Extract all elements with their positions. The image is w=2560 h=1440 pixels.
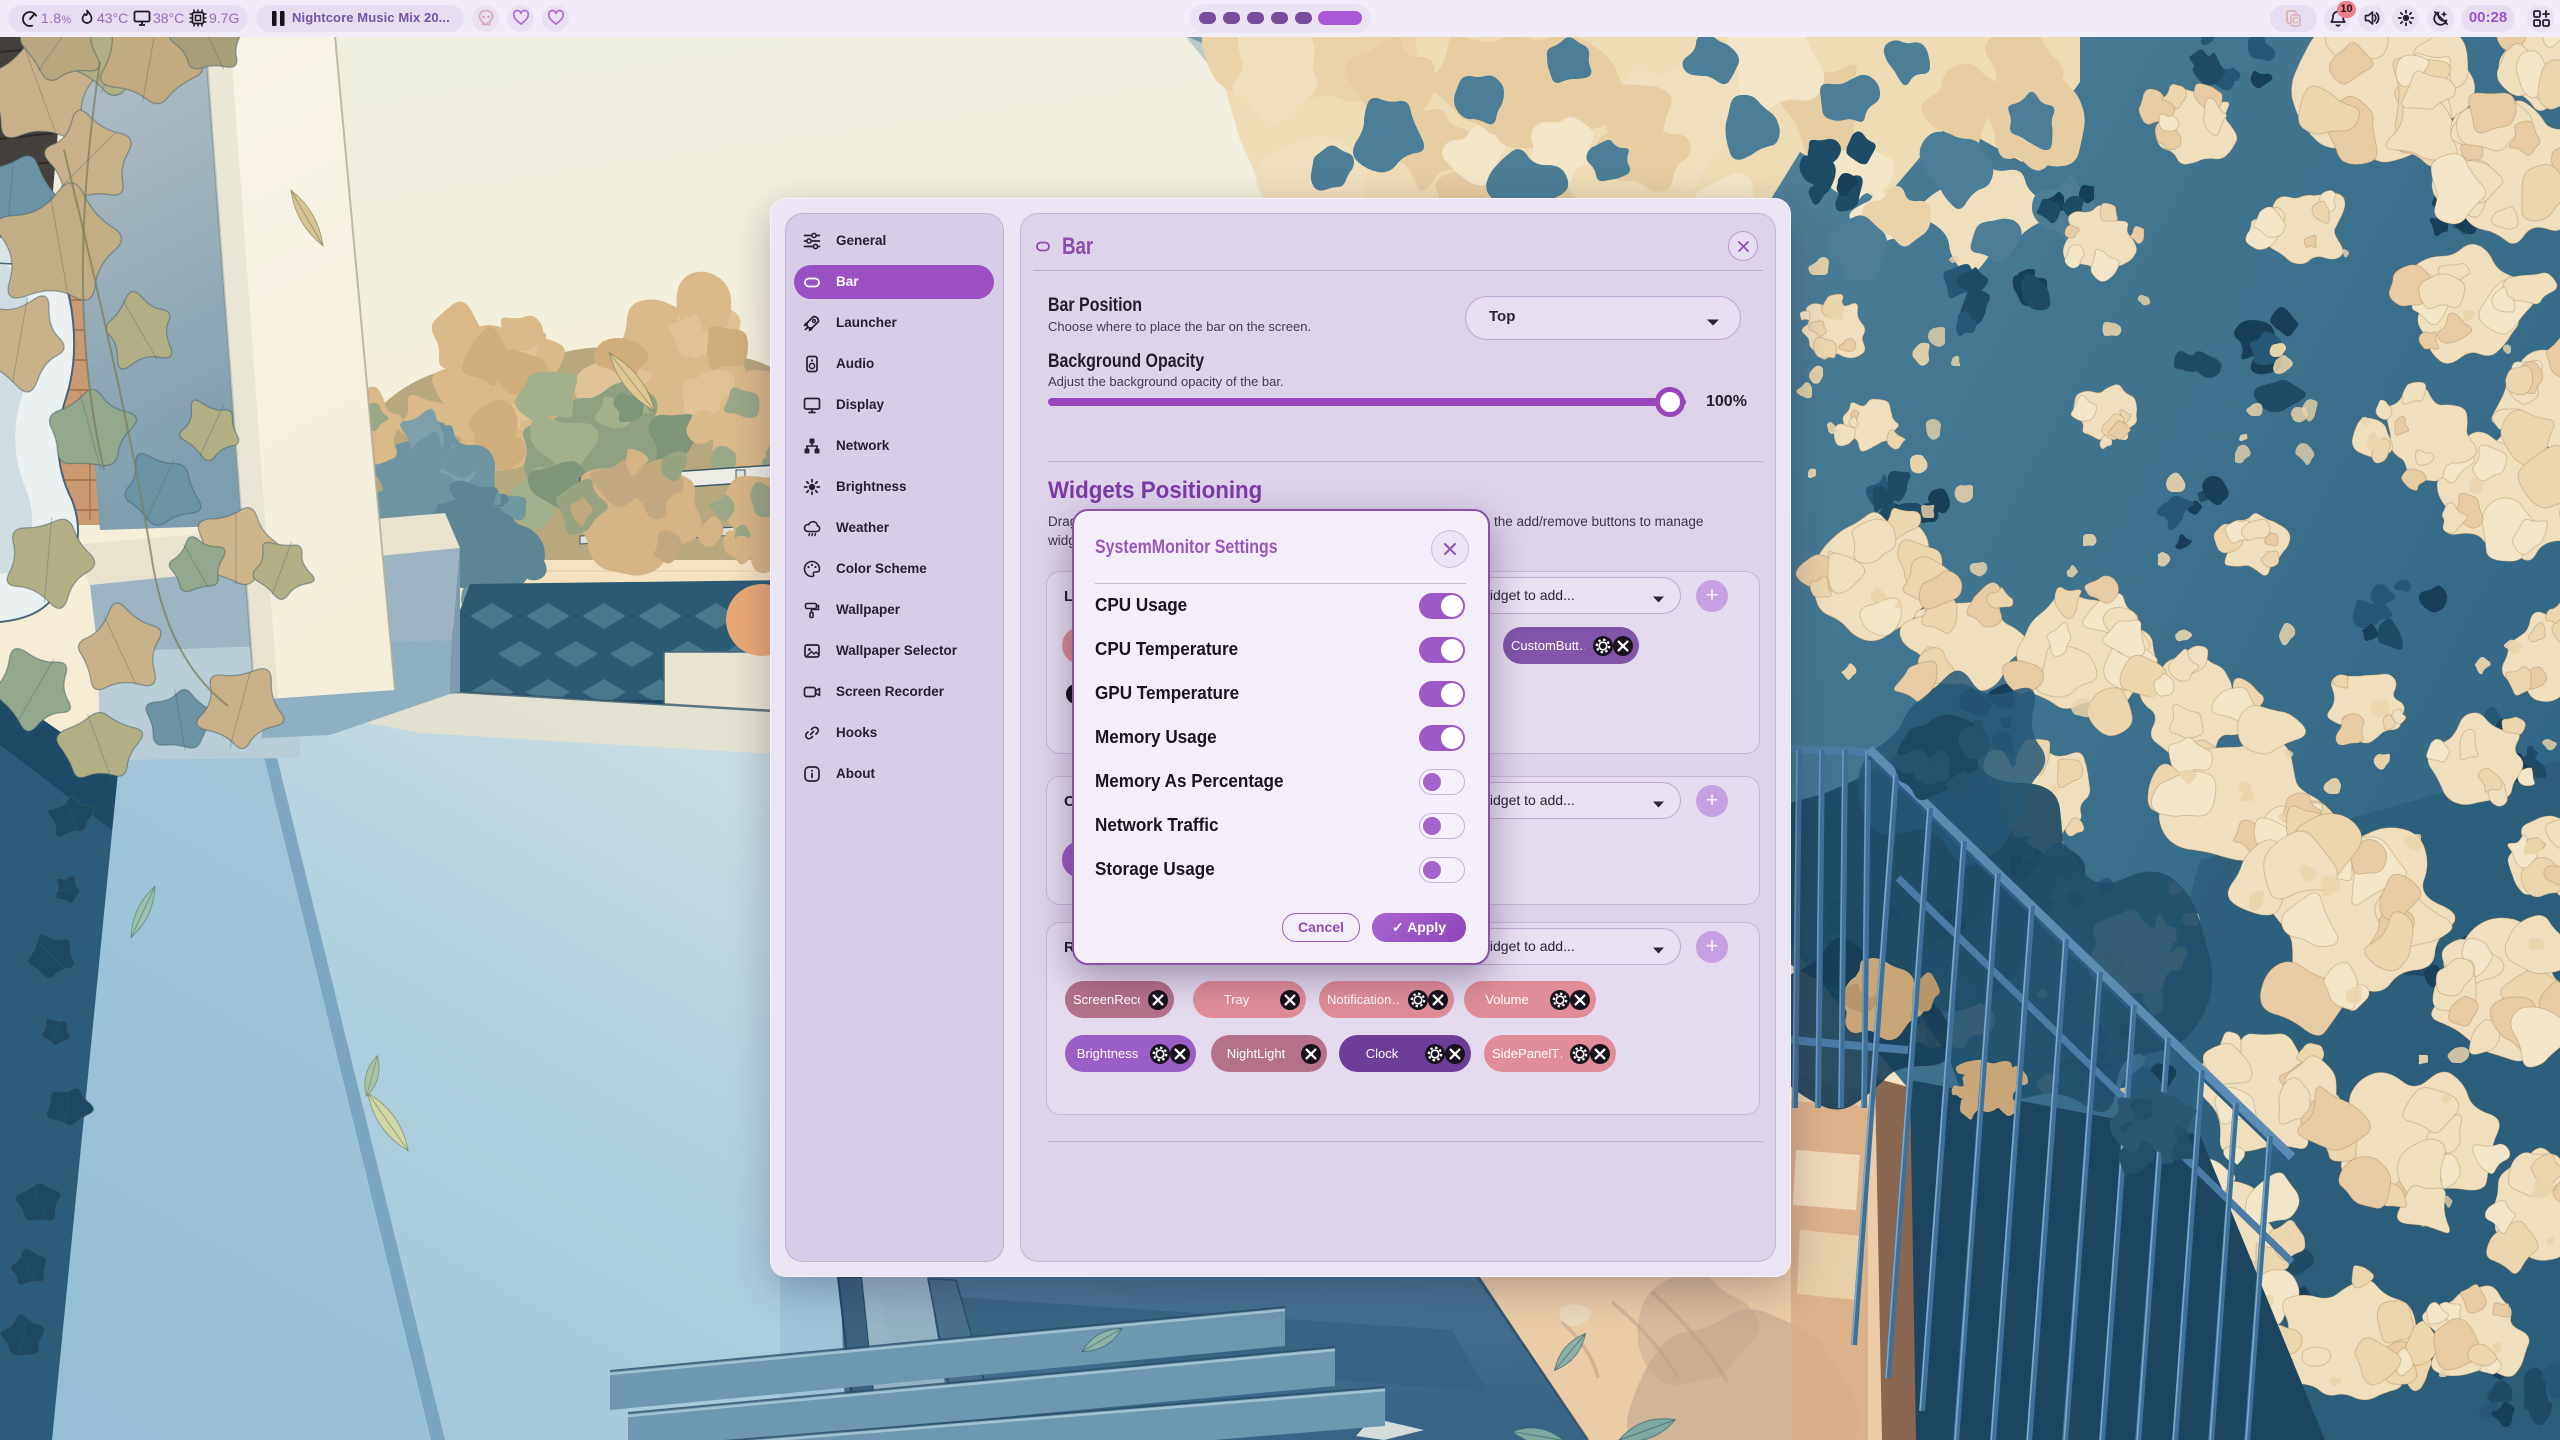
svg-text:C: C	[2292, 16, 2299, 26]
